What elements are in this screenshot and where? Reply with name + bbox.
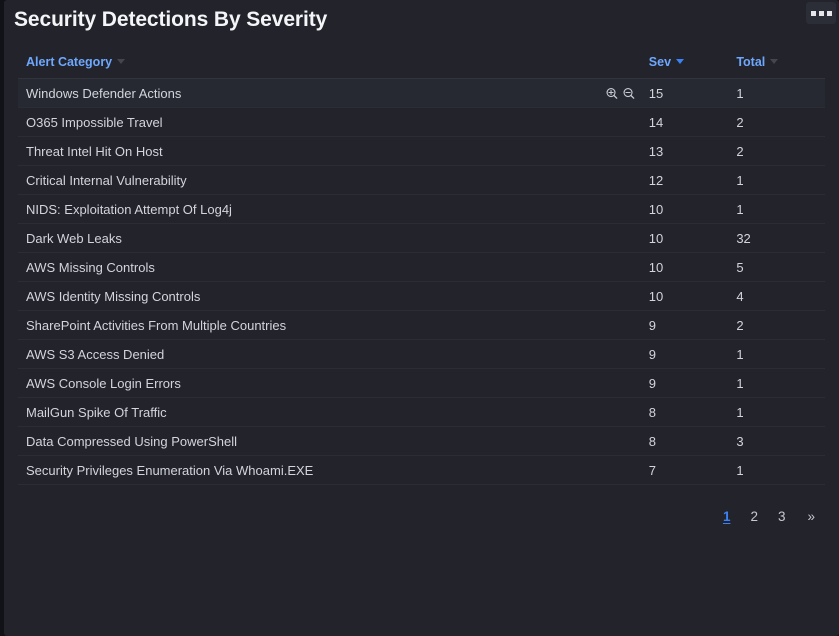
cell-alert-category[interactable]: Critical Internal Vulnerability <box>18 165 641 195</box>
cell-alert-category[interactable]: Threat Intel Hit On Host <box>18 136 641 166</box>
ellipsis-horizontal-icon <box>818 10 824 16</box>
zoom-out-icon[interactable] <box>622 87 635 100</box>
cell-total: 32 <box>728 223 825 253</box>
alert-category-label: AWS Missing Controls <box>26 259 155 275</box>
table-row[interactable]: Security Privileges Enumeration Via Whoa… <box>18 455 825 485</box>
cell-sev: 8 <box>640 426 729 456</box>
cell-alert-category[interactable]: SharePoint Activities From Multiple Coun… <box>18 310 641 340</box>
cell-sev: 15 <box>640 78 729 108</box>
sort-caret-icon <box>117 59 126 64</box>
pagination: 1 2 3» <box>713 507 825 526</box>
table-row[interactable]: AWS Console Login Errors 9 1 <box>18 368 825 398</box>
cell-sev: 13 <box>640 136 729 166</box>
cell-total: 1 <box>728 194 825 224</box>
alert-category-label: NIDS: Exploitation Attempt Of Log4j <box>26 201 232 217</box>
detections-panel: Security Detections By Severity Alert Ca… <box>4 0 839 636</box>
detections-table-wrap: Alert Category Sev Total Windows Defende… <box>18 55 825 485</box>
alert-category-label: O365 Impossible Travel <box>26 114 163 130</box>
cell-alert-category[interactable]: O365 Impossible Travel <box>18 107 641 137</box>
alert-category-label: AWS Console Login Errors <box>26 375 181 391</box>
column-header-label: Alert Category <box>26 55 113 69</box>
cell-alert-category[interactable]: MailGun Spike Of Traffic <box>18 397 641 427</box>
table-row[interactable]: Windows Defender Actions 15 1 <box>18 78 825 108</box>
alert-category-label: Windows Defender Actions <box>26 85 182 101</box>
table-row[interactable]: AWS S3 Access Denied 9 1 <box>18 339 825 369</box>
cell-sev: 14 <box>640 107 729 137</box>
cell-total: 1 <box>728 368 825 398</box>
cell-sev: 10 <box>640 252 729 282</box>
page-title: Security Detections By Severity <box>14 8 328 31</box>
table-row[interactable]: MailGun Spike Of Traffic 8 1 <box>18 397 825 427</box>
cell-sev: 10 <box>640 194 729 224</box>
ellipsis-horizontal-icon <box>810 10 816 16</box>
cell-sev: 7 <box>640 455 729 485</box>
alert-category-label: Critical Internal Vulnerability <box>26 172 187 188</box>
panel-menu-button[interactable] <box>806 2 836 24</box>
sort-caret-down-icon <box>676 59 685 64</box>
table-row[interactable]: AWS Missing Controls 10 5 <box>18 252 825 282</box>
cell-alert-category[interactable]: NIDS: Exploitation Attempt Of Log4j <box>18 194 641 224</box>
alert-category-label: Dark Web Leaks <box>26 230 122 246</box>
panel-header: Security Detections By Severity <box>4 0 839 44</box>
cell-total: 5 <box>728 252 825 282</box>
cell-alert-category[interactable]: Dark Web Leaks <box>18 223 641 253</box>
zoom-in-icon[interactable] <box>605 87 618 100</box>
table-header-row: Alert Category Sev Total <box>18 55 825 79</box>
cell-total: 1 <box>728 455 825 485</box>
column-header-alert-category[interactable]: Alert Category <box>18 55 641 79</box>
sort-caret-icon <box>770 59 779 64</box>
cell-sev: 9 <box>640 310 729 340</box>
cell-sev: 10 <box>640 223 729 253</box>
cell-sev: 8 <box>640 397 729 427</box>
ellipsis-horizontal-icon <box>826 10 832 16</box>
pagination-page-2[interactable]: 2 <box>740 507 768 526</box>
table-row[interactable]: Data Compressed Using PowerShell 8 3 <box>18 426 825 456</box>
alert-category-label: Security Privileges Enumeration Via Whoa… <box>26 462 314 478</box>
table-row[interactable]: AWS Identity Missing Controls 10 4 <box>18 281 825 311</box>
cell-sev: 12 <box>640 165 729 195</box>
pagination-page-1[interactable]: 1 <box>713 507 741 526</box>
table-row[interactable]: O365 Impossible Travel 14 2 <box>18 107 825 137</box>
cell-total: 1 <box>728 165 825 195</box>
column-header-label: Total <box>736 55 766 69</box>
cell-alert-category[interactable]: Data Compressed Using PowerShell <box>18 426 641 456</box>
table-row[interactable]: Dark Web Leaks 10 32 <box>18 223 825 253</box>
cell-total: 2 <box>728 310 825 340</box>
cell-alert-category[interactable]: AWS Missing Controls <box>18 252 641 282</box>
table-row[interactable]: SharePoint Activities From Multiple Coun… <box>18 310 825 340</box>
cell-total: 1 <box>728 78 825 108</box>
cell-total: 3 <box>728 426 825 456</box>
cell-total: 2 <box>728 107 825 137</box>
cell-sev: 10 <box>640 281 729 311</box>
table-body: Windows Defender Actions 15 1 O365 Impossib… <box>18 78 825 485</box>
table-header: Alert Category Sev Total <box>18 55 825 79</box>
cell-total: 1 <box>728 339 825 369</box>
cell-sev: 9 <box>640 368 729 398</box>
cell-alert-category[interactable]: Security Privileges Enumeration Via Whoa… <box>18 455 641 485</box>
table-row[interactable]: NIDS: Exploitation Attempt Of Log4j 10 1 <box>18 194 825 224</box>
alert-category-label: AWS S3 Access Denied <box>26 346 165 362</box>
alert-category-label: MailGun Spike Of Traffic <box>26 404 167 420</box>
alert-category-label: Data Compressed Using PowerShell <box>26 433 237 449</box>
alert-category-label: SharePoint Activities From Multiple Coun… <box>26 317 287 333</box>
alert-category-label: AWS Identity Missing Controls <box>26 288 201 304</box>
cell-total: 4 <box>728 281 825 311</box>
cell-alert-category[interactable]: AWS Console Login Errors <box>18 368 641 398</box>
column-header-sev[interactable]: Sev <box>640 55 729 79</box>
drilldown-icons <box>605 87 635 100</box>
cell-alert-category[interactable]: AWS S3 Access Denied <box>18 339 641 369</box>
table-row[interactable]: Critical Internal Vulnerability 12 1 <box>18 165 825 195</box>
alert-category-label: Threat Intel Hit On Host <box>26 143 163 159</box>
column-header-total[interactable]: Total <box>728 55 825 79</box>
cell-alert-category[interactable]: Windows Defender Actions <box>18 78 641 108</box>
pagination-page-3[interactable]: 3 <box>768 507 796 526</box>
pagination-next-button[interactable]: » <box>795 507 825 526</box>
table-row[interactable]: Threat Intel Hit On Host 13 2 <box>18 136 825 166</box>
cell-total: 1 <box>728 397 825 427</box>
cell-total: 2 <box>728 136 825 166</box>
column-header-label: Sev <box>648 55 672 69</box>
cell-sev: 9 <box>640 339 729 369</box>
cell-alert-category[interactable]: AWS Identity Missing Controls <box>18 281 641 311</box>
detections-table: Alert Category Sev Total Windows Defende… <box>18 55 825 485</box>
